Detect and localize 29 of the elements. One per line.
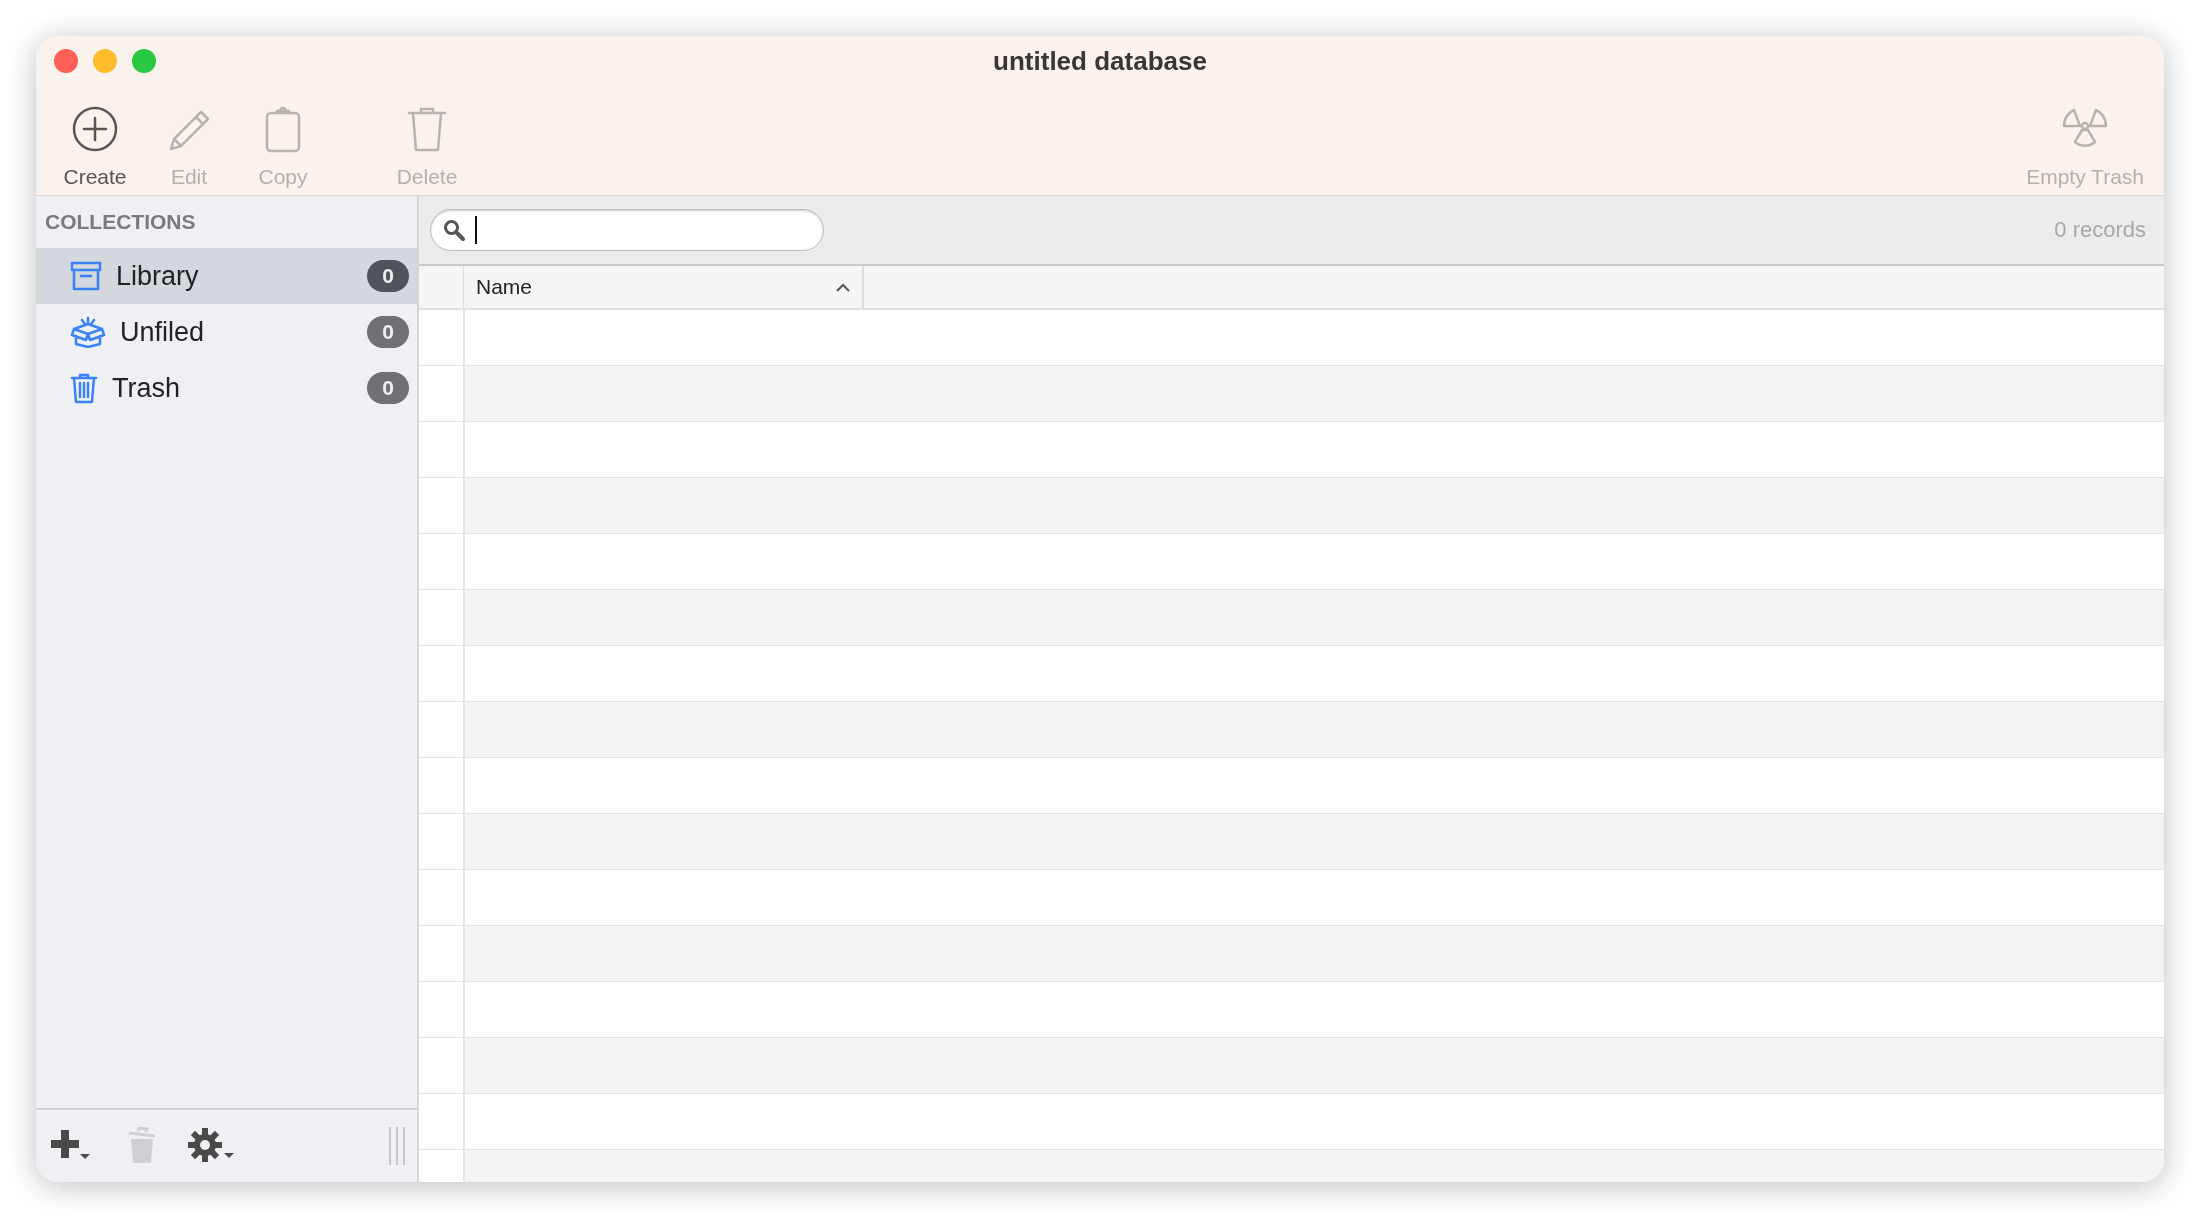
text-cursor xyxy=(475,216,477,244)
search-icon xyxy=(443,219,465,241)
resize-grip-icon[interactable] xyxy=(389,1127,405,1165)
search-field[interactable] xyxy=(430,209,824,251)
count-badge: 0 xyxy=(367,316,409,348)
open-box-icon xyxy=(70,316,106,348)
sidebar-item[interactable]: Library 0 xyxy=(36,248,417,304)
count-badge: 0 xyxy=(367,260,409,292)
sidebar-item[interactable]: Unfiled 0 xyxy=(36,304,417,360)
collection-name: Trash xyxy=(112,372,181,404)
trash-icon xyxy=(406,105,448,153)
window-title: untitled database xyxy=(993,46,1207,77)
column-header[interactable]: Name xyxy=(464,266,864,308)
collection-name: Library xyxy=(116,260,200,292)
sidebar-item[interactable]: Trash 0 xyxy=(36,360,417,416)
trash-icon xyxy=(128,1127,156,1165)
toolbar-button[interactable]: Create xyxy=(48,105,142,189)
chevron-up-icon xyxy=(836,282,850,292)
archive-box-icon xyxy=(70,261,102,291)
minimize-button[interactable] xyxy=(93,49,117,73)
collection-name: Unfiled xyxy=(120,316,206,348)
sidebar-heading: COLLECTIONS xyxy=(44,209,197,235)
zoom-button[interactable] xyxy=(132,49,156,73)
close-button[interactable] xyxy=(54,49,78,73)
plus-circle-icon xyxy=(71,105,119,153)
trash-icon xyxy=(70,372,98,404)
clipboard-icon xyxy=(263,105,303,153)
record-count: 0 records xyxy=(2054,217,2146,243)
count-badge: 0 xyxy=(367,372,409,404)
